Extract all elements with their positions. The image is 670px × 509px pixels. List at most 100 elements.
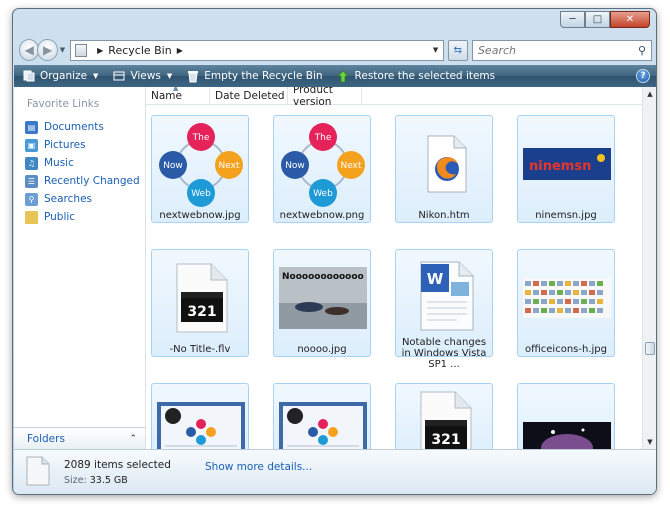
organize-label: Organize [40,70,88,82]
cycle-label-next: Next [341,161,362,171]
close-button[interactable]: ✕ [610,11,650,28]
night-photo-thumbnail [523,422,611,449]
file-name: ninemsn.jpg [535,210,597,221]
refresh-button[interactable]: ⇆ [447,39,468,61]
organize-icon [22,70,35,83]
recent-pages-dropdown[interactable]: ▼ [60,46,65,54]
command-bar: Organize ▼ Views ▼ Empty the Recycle Bin… [14,65,656,87]
address-bar[interactable]: ▶ Recycle Bin ▶ ▼ [70,39,444,61]
scroll-down-icon[interactable]: ▼ [643,435,656,449]
scroll-up-icon[interactable]: ▲ [643,87,656,101]
selected-count: 2089 items selected [64,459,171,471]
views-label: Views [130,70,161,82]
file-item[interactable]: Noooooooooooo noooo.jpg [273,249,371,357]
back-button[interactable]: ◀ [19,39,40,61]
sidebar-item-label: Pictures [44,139,86,151]
file-item[interactable]: The Next Web Now nextwebnow.jpg [151,115,249,223]
show-more-details-link[interactable]: Show more details... [205,461,312,473]
selected-size: Size: 33.5 GB [64,475,171,486]
cycle-label-next: Next [219,161,240,171]
office-icons-thumbnail [523,255,611,341]
media-clapper-icon: 321 [401,390,489,449]
breadcrumb-arrow-icon[interactable]: ▶ [177,46,183,55]
file-item[interactable]: 321 [395,383,493,449]
sidebar-item-music[interactable]: ♫ Music [14,154,145,172]
address-dropdown-icon[interactable]: ▼ [429,41,443,60]
file-item[interactable] [151,383,249,449]
favorite-links-title: Favorite Links [27,98,100,110]
forward-button[interactable]: ▶ [37,39,58,61]
firefox-document-icon [401,121,489,207]
column-name[interactable]: ▲ Name [146,87,210,105]
word-document-icon: W [401,255,489,333]
documents-icon: ▤ [25,120,38,134]
chevron-down-icon: ▼ [93,72,99,80]
file-grid: The Next Web Now nextwebnow.jpg The Next… [151,115,631,449]
file-list: ▲ Name Date Deleted Product version The … [146,87,656,449]
cycle-label-web: Web [313,189,333,199]
sidebar-item-label: Documents [44,121,104,133]
sidebar-item-recently-changed[interactable]: ☰ Recently Changed [14,172,145,190]
search-icon[interactable]: ⚲ [638,44,646,57]
file-name: Nikon.htm [418,210,470,221]
file-name: -No Title-.flv [169,344,231,355]
cycle-label-now: Now [285,161,305,171]
chevron-down-icon: ▼ [166,72,173,80]
folders-toggle[interactable]: Folders ⌃ [14,427,145,449]
breadcrumb-recycle-bin[interactable]: Recycle Bin [108,44,171,57]
cycle-label-web: Web [191,189,211,199]
views-button[interactable]: Views ▼ [112,70,172,83]
music-icon: ♫ [25,156,38,170]
file-item[interactable] [517,383,615,449]
views-icon [112,70,125,83]
main-content: Favorite Links ▤ Documents ▣ Pictures ♫ … [14,87,656,449]
caption-buttons: ─ □ ✕ [560,11,650,28]
file-item[interactable]: officeicons-h.jpg [517,249,615,357]
search-input[interactable] [477,43,638,57]
file-item[interactable]: W Notable changes in Windows Vista SP1 .… [395,249,493,370]
cycle-label-now: Now [163,161,183,171]
file-item[interactable]: Nikon.htm [395,115,493,223]
restore-items-button[interactable]: Restore the selected items [337,69,495,83]
sidebar-item-searches[interactable]: ⚲ Searches [14,190,145,208]
maximize-button[interactable]: □ [585,11,610,28]
file-item[interactable] [273,383,371,449]
ninemsn-logo-thumbnail: ninemsn [523,121,611,207]
size-value: 33.5 GB [89,475,128,486]
file-name: nextwebnow.jpg [159,210,241,221]
sidebar-item-label: Recently Changed [44,175,140,187]
search-box[interactable]: ⚲ [471,39,653,61]
address-row: ◀ ▶ ▼ ▶ Recycle Bin ▶ ▼ ⇆ ⚲ [19,37,653,63]
file-item[interactable]: ninemsn ninemsn.jpg [517,115,615,223]
scrollbar-thumb[interactable] [645,342,655,355]
webpage-screenshot-thumbnail [279,402,367,449]
file-name: nextwebnow.png [279,210,365,221]
sidebar-item-public[interactable]: Public [14,208,145,226]
noooo-thumb-text: Noooooooooooo [282,272,364,282]
noooo-photo-thumbnail: Noooooooooooo [279,255,367,341]
organize-button[interactable]: Organize ▼ [22,70,98,83]
webpage-screenshot-thumbnail [157,402,245,449]
minimize-button[interactable]: ─ [560,11,585,28]
sidebar-item-documents[interactable]: ▤ Documents [14,118,145,136]
vertical-scrollbar[interactable]: ▲ ▼ [642,87,656,449]
column-label: Product version [293,87,333,108]
media-clapper-icon: 321 [157,255,245,341]
cycle-label-the: The [314,133,332,143]
column-date-deleted[interactable]: Date Deleted [210,87,288,105]
sidebar-item-pictures[interactable]: ▣ Pictures [14,136,145,154]
file-item[interactable]: The Next Web Now nextwebnow.png [273,115,371,223]
empty-recycle-bin-button[interactable]: Empty the Recycle Bin [186,70,323,83]
help-icon[interactable]: ? [636,69,650,83]
clapper-text: 321 [431,432,460,448]
folder-icon [25,210,38,224]
column-product-version[interactable]: Product version [288,87,362,108]
searches-icon: ⚲ [25,192,38,206]
navigation-pane: Favorite Links ▤ Documents ▣ Pictures ♫ … [14,87,146,449]
sort-up-icon: ▲ [173,87,179,92]
file-item[interactable]: 321 -No Title-.flv [151,249,249,357]
chevron-up-icon: ⌃ [129,433,137,444]
sidebar-item-label: Searches [44,193,93,205]
recently-changed-icon: ☰ [25,174,38,188]
breadcrumb-arrow-icon[interactable]: ▶ [97,46,103,55]
